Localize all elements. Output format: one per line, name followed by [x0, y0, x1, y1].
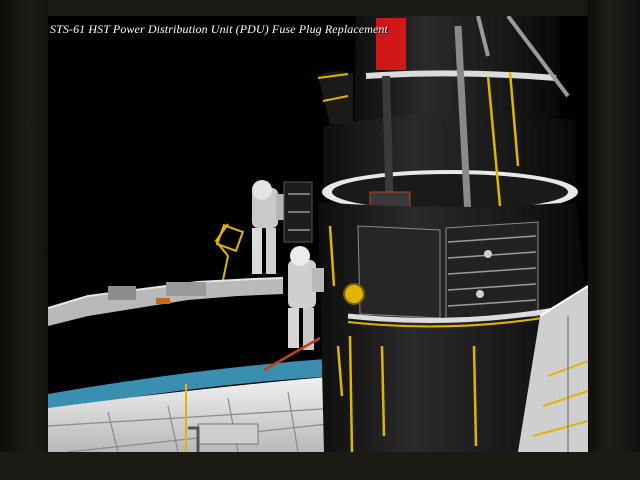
animation-screen: STS-61 HST Power Distribution Unit (PDU)…	[48, 16, 588, 452]
monitor-bezel-right	[588, 0, 640, 480]
monitor-bezel-bottom	[0, 452, 640, 480]
monitor-frame: STS-61 HST Power Distribution Unit (PDU)…	[0, 0, 640, 480]
hst-servicing-scene	[48, 16, 588, 452]
monitor-bezel-top	[0, 0, 640, 16]
scene-caption: STS-61 HST Power Distribution Unit (PDU)…	[50, 22, 388, 36]
monitor-bezel-left	[0, 0, 48, 480]
pdu-fuse-plug	[343, 283, 365, 305]
